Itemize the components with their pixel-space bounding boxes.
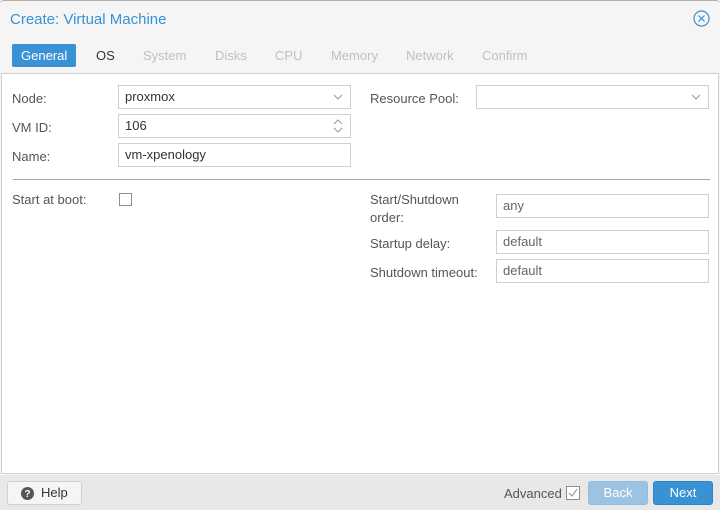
vmid-label: VM ID:	[12, 120, 52, 135]
startup-delay-placeholder: default	[503, 234, 543, 249]
node-select[interactable]: proxmox	[118, 85, 351, 109]
name-label: Name:	[12, 149, 51, 164]
help-label: Help	[41, 485, 68, 500]
help-button[interactable]: ? Help	[7, 481, 82, 505]
dialog-footer: ? Help Advanced Back Next	[0, 475, 720, 510]
tab-memory: Memory	[331, 48, 378, 63]
name-value: vm-xpenology	[125, 147, 206, 162]
tab-system: System	[143, 48, 187, 63]
resource-pool-label: Resource Pool:	[370, 91, 459, 106]
start-shutdown-order-label: Start/Shutdown order:	[370, 192, 459, 226]
spinner-up-down-icon[interactable]	[332, 118, 344, 134]
node-value: proxmox	[125, 89, 175, 104]
create-vm-dialog: Create: Virtual Machine General OS Syste…	[0, 0, 720, 510]
shutdown-timeout-input[interactable]: default	[496, 259, 709, 283]
start-at-boot-checkbox[interactable]	[119, 193, 132, 206]
tab-general[interactable]: General	[12, 44, 77, 67]
back-button[interactable]: Back	[588, 481, 648, 505]
close-icon[interactable]	[693, 10, 710, 27]
chevron-down-icon[interactable]	[332, 91, 344, 103]
tab-os[interactable]: OS	[87, 44, 124, 67]
startup-delay-label: Startup delay:	[370, 236, 451, 251]
start-shutdown-order-label-line2: order:	[370, 210, 404, 225]
start-shutdown-order-input[interactable]: any	[496, 194, 709, 218]
svg-text:?: ?	[24, 489, 30, 500]
resource-pool-select[interactable]	[476, 85, 709, 109]
general-panel: Node: proxmox VM ID: 106 Name: vm-xpenol…	[1, 73, 719, 474]
question-circle-icon: ?	[21, 487, 34, 500]
tab-network: Network	[406, 48, 454, 63]
chevron-down-icon[interactable]	[690, 91, 702, 103]
startup-delay-input[interactable]: default	[496, 230, 709, 254]
start-shutdown-order-label-line1: Start/Shutdown	[370, 192, 459, 207]
name-input[interactable]: vm-xpenology	[118, 143, 351, 167]
next-button[interactable]: Next	[653, 481, 713, 505]
tab-confirm: Confirm	[482, 48, 528, 63]
tab-disks: Disks	[215, 48, 247, 63]
node-label: Node:	[12, 91, 47, 106]
vmid-value: 106	[125, 118, 147, 133]
tab-cpu: CPU	[275, 48, 303, 63]
dialog-title: Create: Virtual Machine	[10, 11, 167, 28]
advanced-checkbox[interactable]	[566, 486, 580, 500]
start-shutdown-order-placeholder: any	[503, 198, 524, 213]
shutdown-timeout-placeholder: default	[503, 263, 543, 278]
section-divider	[13, 179, 710, 180]
start-at-boot-label: Start at boot:	[12, 192, 87, 207]
advanced-label: Advanced	[504, 486, 562, 501]
vmid-spinner[interactable]: 106	[118, 114, 351, 138]
shutdown-timeout-label: Shutdown timeout:	[370, 265, 478, 280]
